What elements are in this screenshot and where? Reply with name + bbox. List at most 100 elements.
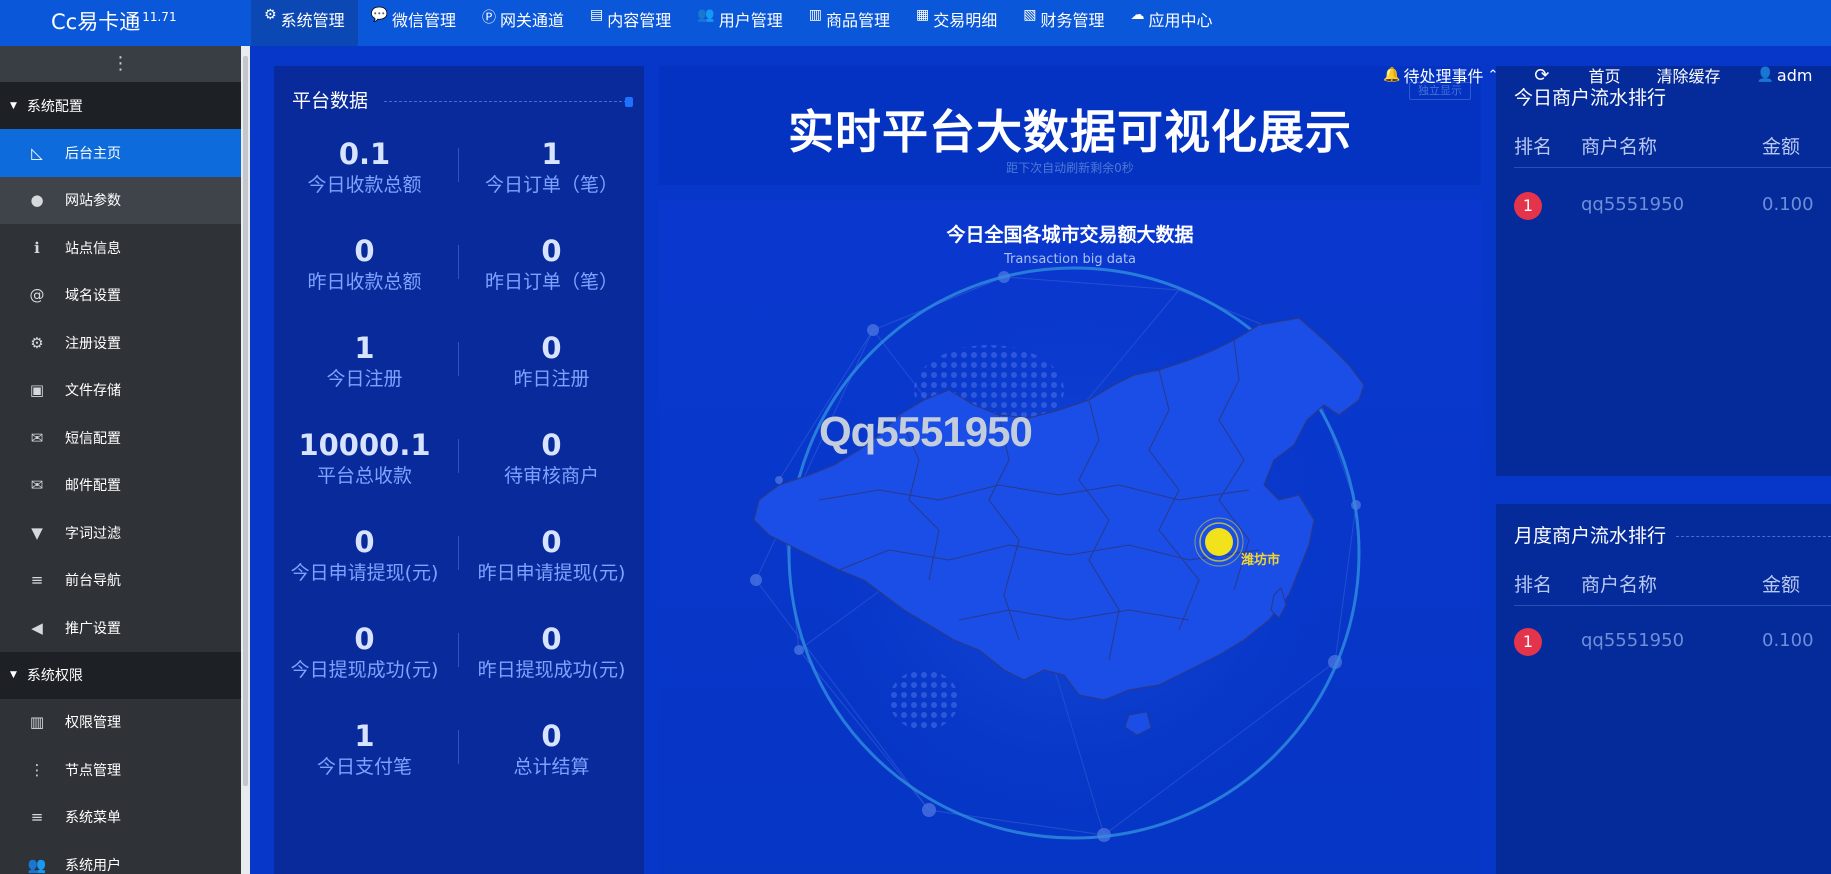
stat-value: 1 (354, 719, 375, 753)
topnav-item-5[interactable]: ▥ 商品管理 (796, 0, 903, 46)
topnav-item-3[interactable]: ▤ 内容管理 (577, 0, 684, 46)
sidebar-item[interactable]: ✉ 邮件配置 (0, 462, 241, 510)
stat-card: 10000.1 平台总收款 (272, 427, 457, 489)
table-row[interactable]: 1 qq5551950 0.100 (1514, 186, 1831, 226)
user-menu[interactable]: 👤 adm (1756, 66, 1812, 85)
topnav-item-4[interactable]: 👥 用户管理 (684, 0, 795, 46)
sidebar-item-label: 网站参数 (65, 193, 121, 210)
stat-label: 总计结算 (513, 756, 590, 778)
filter-icon: ▼ (31, 523, 43, 542)
platform-data-panel: 平台数据 0.1 今日收款总额 1 今日订单（笔） 0 昨日收款总额 0 昨日订单（笔） 1 今日… (274, 66, 644, 874)
sidebar-item[interactable]: ▣ 文件存储 (0, 367, 241, 415)
sidebar-item-label: 前台导航 (65, 573, 121, 590)
sidebar-item[interactable]: ▼ 字词过滤 (0, 509, 241, 557)
sidebar-item[interactable]: 👥 系统用户 (0, 841, 241, 874)
stat-divider (458, 148, 459, 182)
stat-divider (458, 536, 459, 570)
stat-card: 0 待审核商户 (459, 427, 644, 489)
stat-divider (458, 730, 459, 764)
table-row[interactable]: 1 qq5551950 0.100 (1514, 622, 1831, 662)
stat-card: 0 总计结算 (459, 718, 644, 780)
clear-cache-label: 清除缓存 (1656, 67, 1721, 86)
top-menu: ⚙ 系统管理 💬 微信管理 Ⓟ 网关通道 ▤ 内容管理 👥 用户管理 ▥ 商品管理 ▦ 交易明细 ▧ 财务管理… (251, 0, 1226, 46)
apple-icon: ● (30, 191, 44, 210)
topnav-item-8[interactable]: ☁ 应用中心 (1118, 0, 1226, 46)
sidebar-item[interactable]: ⋮ 节点管理 (0, 746, 241, 794)
refresh-button[interactable]: ⟳ (1534, 65, 1552, 86)
city-marker[interactable] (1205, 528, 1233, 556)
sidebar-item[interactable]: ℹ 站点信息 (0, 224, 241, 272)
stat-value: 0 (354, 622, 375, 656)
sidebar-item-label: 站点信息 (65, 240, 121, 257)
month-ranking-title: 月度商户流水排行 (1514, 525, 1667, 547)
stat-card: 0 今日提现成功(元) (272, 621, 457, 683)
topnav-label: 内容管理 (607, 11, 672, 30)
col-merchant: 商户名称 (1581, 136, 1658, 158)
sidebar-toggle-button[interactable]: ⋮ (0, 46, 241, 82)
user-name: adm (1776, 65, 1813, 85)
platform-data-title: 平台数据 (292, 90, 369, 112)
topnav-item-7[interactable]: ▧ 财务管理 (1010, 0, 1117, 46)
gear-icon: ⚙ (264, 7, 277, 23)
megaphone-icon: ◀ (31, 618, 43, 637)
pending-events-button[interactable]: 🔔 待处理事件 ⌃ (1383, 63, 1498, 87)
sidebar-group-header[interactable]: ▼ 系统配置 (0, 82, 241, 129)
at-icon: @ (29, 286, 45, 305)
stat-value: 0 (541, 719, 562, 753)
document-icon: ▤ (590, 7, 604, 23)
envelope-icon: ✉ (30, 476, 44, 495)
title-divider (384, 101, 627, 102)
col-rank: 排名 (1514, 574, 1553, 596)
sidebar-item-label: 节点管理 (65, 762, 121, 779)
sidebar-item[interactable]: ⚙ 注册设置 (0, 319, 241, 367)
topnav-item-0[interactable]: ⚙ 系统管理 (251, 0, 358, 46)
sidebar-item[interactable]: ≡ 前台导航 (0, 557, 241, 605)
stat-row: 0 今日提现成功(元) 0 昨日提现成功(元) (274, 621, 644, 701)
stat-card: 1 今日订单（笔） (459, 136, 644, 198)
sidebar-group-header[interactable]: ▼ 系统权限 (0, 651, 241, 699)
stat-label: 今日申请提现(元) (290, 562, 439, 584)
main-content: 平台数据 0.1 今日收款总额 1 今日订单（笔） 0 昨日收款总额 0 昨日订单（笔） 1 今日… (250, 46, 1831, 874)
sidebar-item[interactable]: ◺ 后台主页 (0, 129, 241, 177)
stat-card: 0 昨日提现成功(元) (459, 621, 644, 683)
transaction-map-panel: 今日全国各城市交易额大数据 Transaction big data Qq555… (659, 200, 1481, 874)
sidebar-item-label: 权限管理 (65, 715, 121, 732)
sidebar-item[interactable]: @ 域名设置 (0, 272, 241, 320)
stat-label: 待审核商户 (503, 465, 599, 487)
sidebar-item-label: 短信配置 (65, 430, 121, 447)
sidebar-item[interactable]: ✉ 短信配置 (0, 414, 241, 462)
sidebar-scrollbar[interactable] (241, 46, 250, 874)
topnav-label: 商品管理 (825, 11, 890, 30)
merchant-amount: 0.100 (1762, 630, 1814, 651)
dashboard-banner: 实时平台大数据可视化展示 距下次自动刷新剩余0秒 独立显示 (659, 66, 1481, 185)
stat-label: 今日注册 (326, 368, 403, 390)
stat-label: 今日支付笔 (316, 756, 412, 778)
brand-logo[interactable]: Cc易卡通 11.71 (0, 0, 241, 46)
sidebar-item[interactable]: ≡ 系统菜单 (0, 794, 241, 842)
sidebar-item-label: 注册设置 (65, 335, 121, 352)
col-amount: 金额 (1762, 574, 1801, 596)
rank-badge: 1 (1514, 628, 1542, 656)
stat-value: 0.1 (338, 137, 391, 171)
sidebar-item[interactable]: ▥ 权限管理 (0, 699, 241, 747)
users-icon: 👥 (697, 7, 715, 23)
topnav-item-2[interactable]: Ⓟ 网关通道 (469, 0, 577, 46)
sidebar-item[interactable]: ◀ 推广设置 (0, 604, 241, 652)
topnav-item-6[interactable]: ▦ 交易明细 (903, 0, 1010, 46)
home-link[interactable]: 首页 (1588, 63, 1620, 87)
pending-events-label: 待处理事件 (1403, 67, 1484, 86)
menu-icon: ≡ (30, 571, 44, 590)
stat-card: 1 今日支付笔 (272, 718, 457, 780)
sidebar-item-label: 后台主页 (65, 145, 121, 162)
stat-label: 今日提现成功(元) (290, 659, 439, 681)
title-divider (1676, 536, 1831, 537)
stat-row: 0 昨日收款总额 0 昨日订单（笔） (274, 233, 644, 313)
clear-cache-button[interactable]: 清除缓存 (1656, 63, 1720, 87)
topnav-label: 用户管理 (718, 11, 783, 30)
user-icon: 👤 (1756, 67, 1774, 83)
topnav-item-1[interactable]: 💬 微信管理 (358, 0, 469, 46)
stat-card: 0.1 今日收款总额 (272, 136, 457, 198)
sidebar-item[interactable]: ● 网站参数 (0, 176, 241, 224)
stat-label: 昨日提现成功(元) (477, 659, 626, 681)
shopping-bag-icon: ▥ (29, 713, 45, 732)
